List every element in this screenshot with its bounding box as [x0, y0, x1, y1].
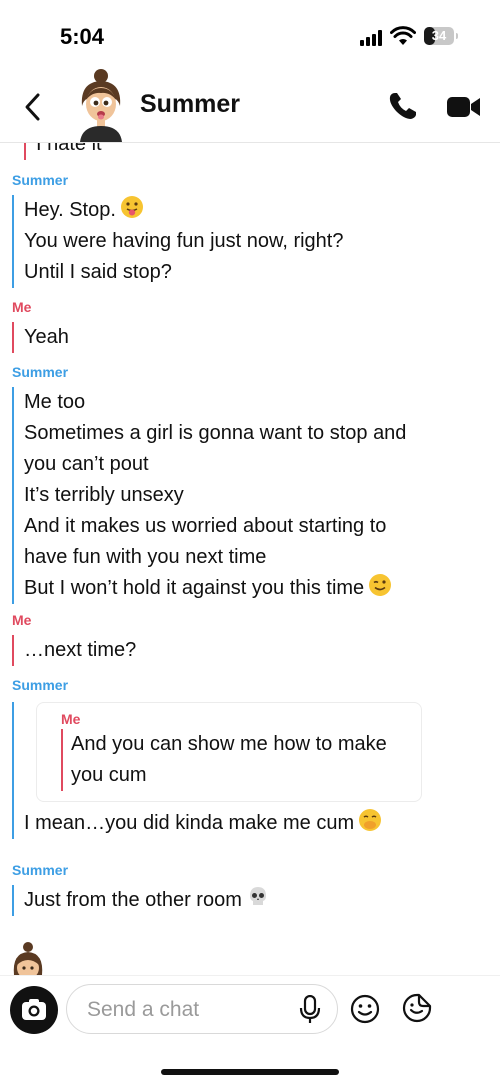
message-group: Summer Me too Sometimes a girl is gonna … — [0, 363, 500, 604]
message-line: You were having fun just now, right? — [24, 230, 344, 252]
message-line: Sometimes a girl is gonna want to stop a… — [24, 422, 407, 444]
signal-icon — [360, 30, 384, 46]
sender-label: Me — [12, 612, 32, 628]
wifi-icon — [390, 26, 416, 45]
quote-sender-label: Me — [61, 711, 81, 727]
message-line: But I won’t hold it against you this tim… — [24, 573, 500, 604]
tongue-emoji-icon — [120, 196, 143, 218]
message-group: Summer Me And you can show me how to mak… — [0, 676, 500, 839]
sender-label: Summer — [12, 172, 69, 188]
message-line: Until I said stop? — [24, 261, 172, 283]
phone-icon[interactable] — [388, 92, 418, 120]
skull-emoji-icon — [249, 887, 266, 905]
quoted-message[interactable]: Me And you can show me how to make you c… — [36, 702, 422, 802]
chat-title[interactable]: Summer — [140, 90, 240, 119]
sender-label: Summer — [12, 862, 69, 878]
wink-emoji-icon — [369, 574, 392, 596]
sticker-icon[interactable] — [401, 992, 433, 1024]
quote-line: you cum — [71, 764, 147, 786]
chat-input-field[interactable] — [66, 984, 338, 1034]
video-camera-icon[interactable] — [447, 96, 481, 118]
message-group: Me …next time? — [0, 611, 500, 666]
message-line: Hey. Stop. — [24, 195, 500, 226]
chat-messages: I hate it Summer Hey. Stop. You were hav… — [0, 143, 500, 975]
sender-label: Summer — [12, 677, 69, 693]
message-line: Yeah — [24, 326, 69, 348]
message-group: Summer Hey. Stop. You were having fun ju… — [0, 171, 500, 288]
sender-label: Summer — [12, 364, 69, 380]
camera-icon — [22, 999, 46, 1020]
chat-header: Summer — [0, 69, 500, 143]
battery-level: 34 — [431, 28, 447, 43]
bitmoji-avatar[interactable] — [72, 66, 130, 142]
message-line: have fun with you next time — [24, 546, 267, 568]
message-line: …next time? — [24, 639, 137, 661]
partial-message: I hate it — [12, 143, 102, 160]
message-line: I mean…you did kinda make me cum — [24, 808, 500, 839]
camera-button[interactable] — [10, 986, 58, 1034]
sender-label: Me — [12, 299, 32, 315]
message-line: It’s terribly unsexy — [24, 484, 184, 506]
status-bar: 5:04 34 — [0, 0, 500, 70]
chevron-left-icon[interactable] — [20, 92, 48, 122]
message-line: you can’t pout — [24, 453, 149, 475]
message-group: Me Yeah — [0, 298, 500, 353]
microphone-icon[interactable] — [299, 995, 321, 1025]
home-indicator[interactable] — [161, 1069, 339, 1075]
chat-input-bar — [0, 975, 500, 1085]
message-line: Just from the other room — [24, 885, 500, 916]
smiley-icon[interactable] — [349, 993, 381, 1025]
chat-text-input[interactable] — [85, 995, 289, 1025]
hand-over-mouth-emoji-icon — [359, 809, 382, 831]
message-group: Summer Just from the other room — [0, 861, 500, 916]
battery-icon: 34 — [424, 27, 454, 45]
quote-line: And you can show me how to make — [71, 733, 387, 755]
bitmoji-typing-icon — [13, 942, 43, 975]
message-line: Me too — [24, 391, 86, 413]
message-line: I hate it — [36, 143, 102, 155]
message-line: And it makes us worried about starting t… — [24, 515, 387, 537]
battery-cap — [456, 33, 458, 39]
status-time: 5:04 — [60, 24, 105, 49]
